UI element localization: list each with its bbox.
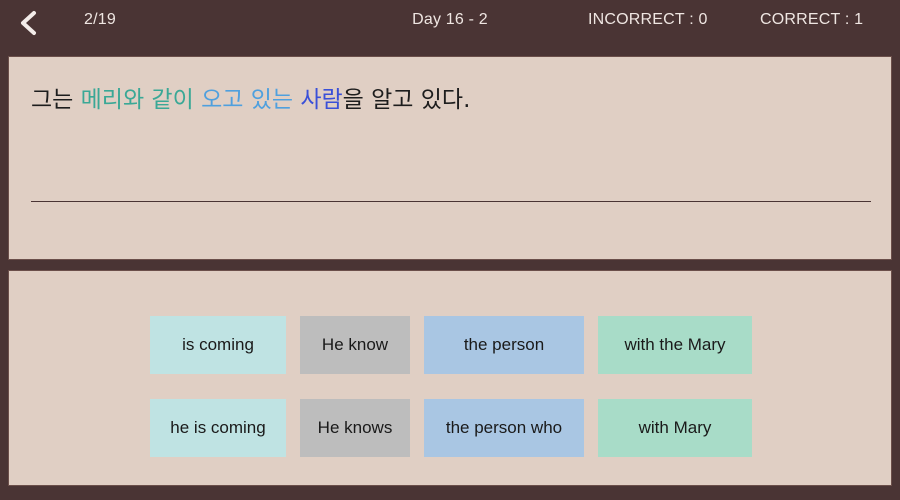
sentence-segment xyxy=(194,87,201,113)
sentence-segment: 을 알고 있다. xyxy=(342,87,471,113)
question-sentence: 그는 메리와 같이 오고 있는 사람을 알고 있다. xyxy=(31,85,871,116)
question-panel: 그는 메리와 같이 오고 있는 사람을 알고 있다. xyxy=(8,56,892,260)
word-tile[interactable]: he is coming xyxy=(150,399,286,457)
sentence-segment: 오고 있는 xyxy=(201,87,294,113)
word-tile-grid: is coming He know the person with the Mary h… xyxy=(9,316,893,482)
header-bar: 2/19 Day 16 - 2 INCORRECT : 0 CORRECT : … xyxy=(0,0,900,48)
word-tile[interactable]: with the Mary xyxy=(598,316,752,374)
sentence-segment: 메리와 같이 xyxy=(80,87,194,113)
correct-counter: CORRECT : 1 xyxy=(760,11,864,28)
answer-choices-panel: is coming He know the person with the Mary h… xyxy=(8,270,892,486)
word-tile[interactable]: the person who xyxy=(424,399,584,457)
word-tile[interactable]: He know xyxy=(300,316,410,374)
sentence-segment: 그는 xyxy=(31,87,81,113)
word-tile-row: he is coming He knows the person who with M… xyxy=(9,399,893,457)
sentence-segment: 사람 xyxy=(300,87,343,113)
word-tile[interactable]: with Mary xyxy=(598,399,752,457)
word-tile[interactable]: He knows xyxy=(300,399,410,457)
quiz-screen: 2/19 Day 16 - 2 INCORRECT : 0 CORRECT : … xyxy=(0,0,900,500)
word-tile-row: is coming He know the person with the Mary xyxy=(9,316,893,374)
word-tile[interactable]: the person xyxy=(424,316,584,374)
word-tile[interactable]: is coming xyxy=(150,316,286,374)
incorrect-counter: INCORRECT : 0 xyxy=(588,11,708,28)
answer-input-line[interactable] xyxy=(31,201,871,202)
